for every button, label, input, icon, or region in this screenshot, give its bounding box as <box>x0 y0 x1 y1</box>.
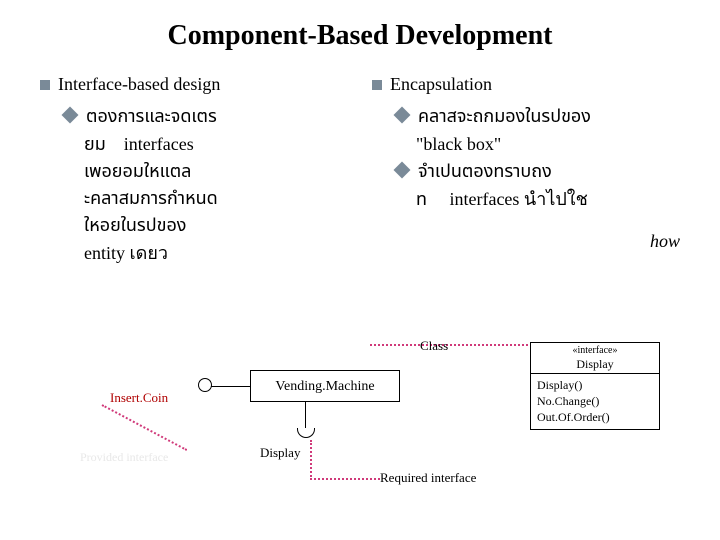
right-column: Encapsulation คลาสจะถกมองในรปของ "black … <box>372 74 680 267</box>
interface-class-box: «interface» Display Display() No.Change(… <box>530 342 660 430</box>
interface-class-head: «interface» Display <box>531 343 659 374</box>
how-label: how <box>650 231 680 252</box>
insert-coin-label: Insert.Coin <box>110 390 168 406</box>
display-port-label: Display <box>260 445 300 461</box>
right-sub-3: จำเปนตองทราบถง <box>396 158 680 186</box>
left-line4: ะคลาสมการกำหนด <box>84 186 348 213</box>
diamond-bullet-icon <box>62 107 79 124</box>
interface-name: Display <box>531 357 659 371</box>
required-interface-stem <box>305 402 306 430</box>
diamond-bullet-icon <box>394 107 411 124</box>
right-line3: จำเปนตองทราบถง <box>418 159 552 186</box>
required-interface-socket-icon <box>297 428 315 438</box>
left-sub-2: ยม interfaces <box>84 131 348 159</box>
columns: Interface-based design ตองการและจดเตร ยม… <box>40 74 680 267</box>
uml-diagram: Class Required interface Insert.Coin Pro… <box>40 320 680 520</box>
slide-title: Component-Based Development <box>40 20 680 52</box>
interface-operations: Display() No.Change() Out.Of.Order() <box>531 374 659 429</box>
diamond-bullet-icon <box>394 162 411 179</box>
provided-interface-ball-icon <box>198 378 212 392</box>
right-line1: คลาสจะถกมองในรปของ <box>418 104 591 131</box>
class-label: Class <box>420 338 448 354</box>
left-heading: Interface-based design <box>40 74 348 95</box>
left-line6: entity เดยว <box>84 240 348 267</box>
right-line4a: ท <box>416 187 427 214</box>
left-line2a: ยม <box>84 132 106 159</box>
left-column: Interface-based design ตองการและจดเตร ยม… <box>40 74 348 267</box>
required-interface-label: Required interface <box>380 470 476 486</box>
left-line1: ตองการและจดเตร <box>86 104 217 131</box>
component-box: Vending.Machine <box>250 370 400 402</box>
interface-op: Display() <box>537 378 653 394</box>
right-sub-1: คลาสจะถกมองในรปของ <box>396 103 680 131</box>
interface-stereotype: «interface» <box>531 345 659 357</box>
left-line5: ใหอยในรปของ <box>84 213 348 240</box>
left-sub-1: ตองการและจดเตร <box>64 103 348 131</box>
left-line3: เพอยอมใหแตล <box>84 159 348 186</box>
left-line2b: interfaces <box>124 134 194 154</box>
right-line4b: interfaces นำไปใช <box>449 189 587 209</box>
dashed-connector-provided <box>102 404 188 451</box>
right-heading: Encapsulation <box>372 74 680 95</box>
provided-interface-label: Provided interface <box>80 450 168 465</box>
interface-op: No.Change() <box>537 394 653 410</box>
interface-op: Out.Of.Order() <box>537 410 653 426</box>
dashed-connector-class <box>370 344 528 346</box>
slide-root: Component-Based Development Interface-ba… <box>0 0 720 540</box>
left-heading-text: Interface-based design <box>58 74 220 95</box>
square-bullet-icon <box>372 80 382 90</box>
dashed-connector-required <box>310 440 380 480</box>
provided-interface-stem <box>210 386 250 387</box>
square-bullet-icon <box>40 80 50 90</box>
right-sub-4: ท interfaces นำไปใช <box>416 186 680 214</box>
right-heading-text: Encapsulation <box>390 74 492 95</box>
right-line2: "black box" <box>416 131 680 158</box>
